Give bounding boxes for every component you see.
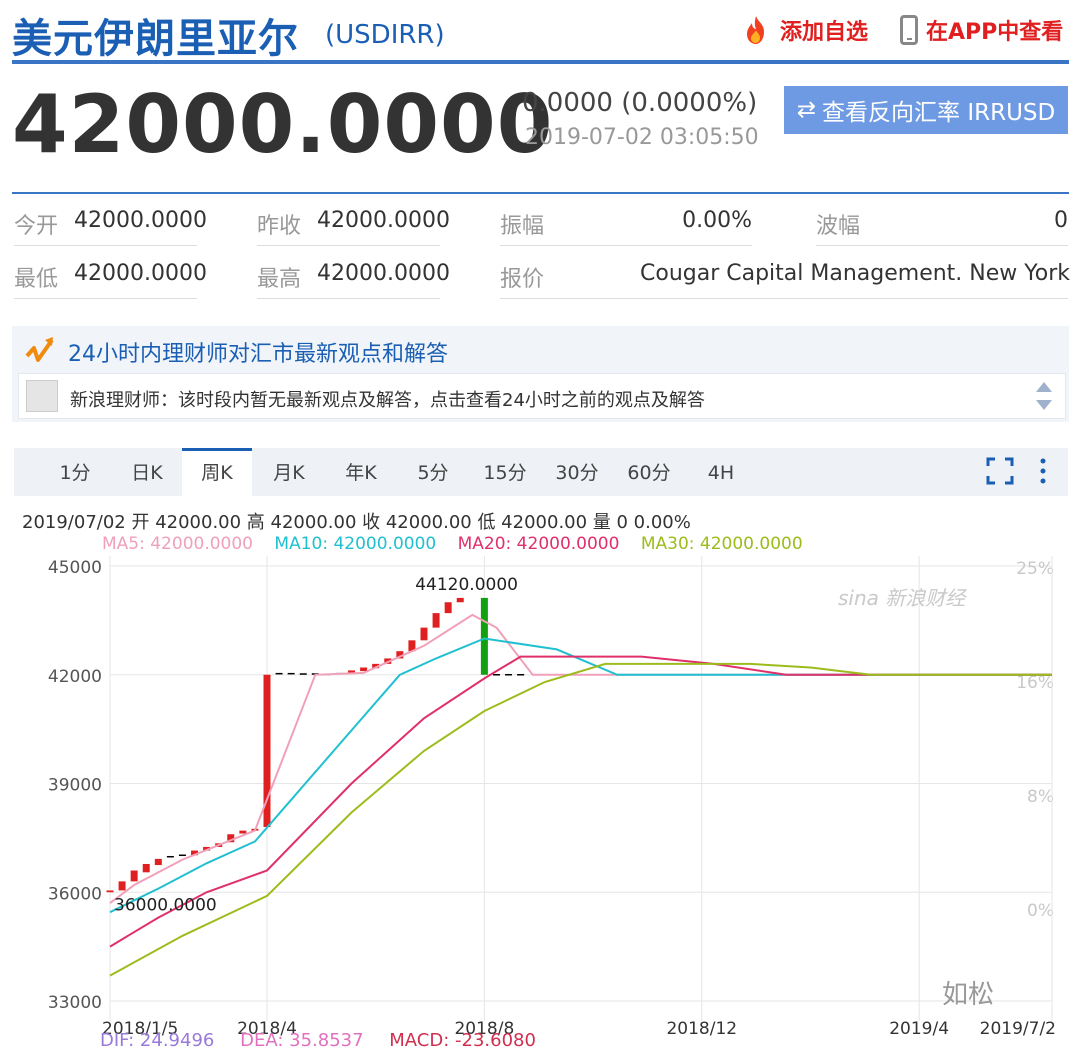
y-tick-label: 45000 xyxy=(48,558,102,578)
macd-dea: DEA: 35.8537 xyxy=(240,1030,364,1051)
tab-30分[interactable]: 30分 xyxy=(542,448,612,496)
reverse-rate-button[interactable]: ⇄ 查看反向汇率 IRRUSD xyxy=(784,86,1068,134)
candle xyxy=(420,627,428,641)
tab-15分[interactable]: 15分 xyxy=(470,448,540,496)
tab-60分[interactable]: 60分 xyxy=(614,448,684,496)
tab-5分[interactable]: 5分 xyxy=(398,448,468,496)
ma-line-ma30 xyxy=(109,662,1052,977)
phone-icon xyxy=(900,15,918,45)
add-watchlist-button[interactable]: 添加自选 xyxy=(740,14,868,46)
range-value: 0 xyxy=(1054,208,1068,233)
prev-close-value: 42000.0000 xyxy=(317,208,450,233)
advisor-news-message[interactable]: 新浪理财师：该时段内暂无最新观点及解答，点击查看24小时之前的观点及解答 xyxy=(70,386,705,412)
y-tick-label: 33000 xyxy=(48,993,102,1013)
high-label: 最高 xyxy=(257,267,302,292)
y2-tick-label: 16% xyxy=(1016,673,1054,693)
y2-tick-label: 8% xyxy=(1027,787,1054,807)
low-value: 42000.0000 xyxy=(74,261,207,286)
scroll-arrows-icon[interactable] xyxy=(1034,380,1054,412)
stat-divider xyxy=(500,298,1068,299)
y-tick-label: 42000 xyxy=(48,667,102,687)
candle xyxy=(239,830,247,834)
x-tick-label: 2019/7/2 xyxy=(980,1019,1056,1039)
quote-time: 2019-07-02 03:05:50 xyxy=(525,125,759,150)
swap-icon: ⇄ xyxy=(796,97,817,123)
candle xyxy=(444,602,452,614)
kline-chart[interactable]: 45000 42000 39000 36000 33000 25% 16% 8% 0% 2018/… xyxy=(0,550,1080,1043)
candle xyxy=(480,597,488,675)
stat-divider xyxy=(816,245,1068,246)
view-in-app-button[interactable]: 在APP中查看 xyxy=(900,14,1063,46)
trend-arrow-icon xyxy=(25,337,54,362)
prev-close-label: 昨收 xyxy=(257,214,302,239)
stat-divider xyxy=(14,298,197,299)
price-change: 0.0000 (0.0000%) xyxy=(522,88,758,118)
amplitude-label: 振幅 xyxy=(500,214,545,239)
tab-1分[interactable]: 1分 xyxy=(40,448,110,496)
macd-value: MACD: -23.6080 xyxy=(389,1030,536,1051)
y2-tick-label: 0% xyxy=(1027,901,1054,921)
header-divider xyxy=(12,60,1069,64)
corner-watermark: 如松 xyxy=(942,980,995,1010)
ohlc-readout: 2019/07/02 开 42000.00 高 42000.00 收 42000… xyxy=(22,512,691,533)
stat-divider xyxy=(500,245,752,246)
tab-月K[interactable]: 月K xyxy=(254,448,324,496)
low-label: 最低 xyxy=(14,267,59,292)
candle xyxy=(142,863,150,873)
range-label: 波幅 xyxy=(816,214,861,239)
candle xyxy=(456,597,464,603)
ma-line-ma10 xyxy=(109,637,1052,914)
candle xyxy=(106,890,114,893)
quote-source-value: Cougar Capital Management. New York xyxy=(640,261,1071,286)
macd-dif: DIF: 24.9496 xyxy=(100,1030,215,1051)
y-tick-label: 36000 xyxy=(48,884,102,904)
stat-divider xyxy=(14,245,197,246)
add-watchlist-label: 添加自选 xyxy=(780,20,869,45)
macd-readout: DIF: 24.9496 DEA: 35.8537 MACD: -23.6080 xyxy=(100,1030,556,1051)
fire-icon xyxy=(747,16,764,44)
currency-code: (USDIRR) xyxy=(325,20,445,50)
page-title: 美元伊朗里亚尔 xyxy=(12,16,299,62)
view-in-app-label: 在APP中查看 xyxy=(926,20,1064,45)
x-tick-label: 2019/4 xyxy=(889,1019,949,1039)
price-annotation: 36000.0000 xyxy=(114,895,217,915)
current-price: 42000.0000 xyxy=(12,78,554,171)
tab-日K[interactable]: 日K xyxy=(112,448,182,496)
avatar xyxy=(26,380,58,412)
stat-divider xyxy=(257,298,440,299)
reverse-rate-label: 查看反向汇率 IRRUSD xyxy=(822,100,1056,126)
stat-divider xyxy=(257,245,440,246)
tab-周K[interactable]: 周K xyxy=(182,448,252,496)
tab-4H[interactable]: 4H xyxy=(686,448,756,496)
candle xyxy=(130,870,138,882)
candle xyxy=(154,858,162,866)
x-tick-label: 2018/12 xyxy=(666,1019,737,1039)
candle xyxy=(118,881,126,891)
ma-line-ma5 xyxy=(109,613,1052,904)
high-value: 42000.0000 xyxy=(317,261,450,286)
amplitude-value: 0.00% xyxy=(682,208,752,233)
y-tick-label: 39000 xyxy=(48,776,102,796)
fullscreen-icon[interactable] xyxy=(986,457,1014,485)
quote-source-label: 报价 xyxy=(500,267,545,292)
price-annotation: 44120.0000 xyxy=(415,575,518,595)
open-label: 今开 xyxy=(14,214,59,239)
price-divider xyxy=(12,192,1069,194)
open-value: 42000.0000 xyxy=(74,208,207,233)
candle xyxy=(360,667,368,672)
sina-watermark: sina 新浪财经 xyxy=(838,586,966,610)
candle xyxy=(432,613,440,628)
advisor-news-title[interactable]: 24小时内理财师对汇市最新观点和解答 xyxy=(68,336,448,368)
tab-年K[interactable]: 年K xyxy=(326,448,396,496)
more-options-icon[interactable] xyxy=(1036,457,1050,485)
y2-tick-label: 25% xyxy=(1016,559,1054,579)
